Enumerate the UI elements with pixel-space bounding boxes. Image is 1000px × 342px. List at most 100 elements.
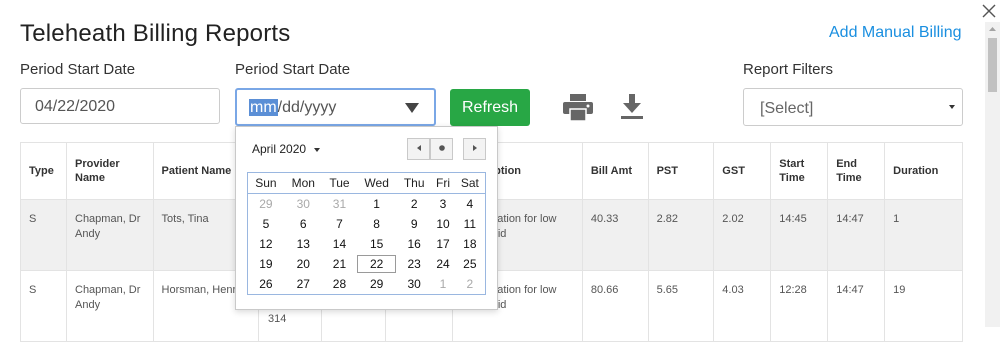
calendar-day[interactable]: 18 xyxy=(455,234,486,254)
calendar-day-today[interactable]: 22 xyxy=(356,254,397,274)
refresh-button[interactable]: Refresh xyxy=(450,89,530,126)
month-dropdown-icon xyxy=(314,147,321,152)
cell-start-time: 14:45 xyxy=(770,199,829,271)
weekday-row: Sun Mon Tue Wed Thu Fri Sat xyxy=(247,172,486,194)
page-title: Teleheath Billing Reports xyxy=(20,20,291,47)
weekday-label: Wed xyxy=(356,172,397,194)
period-start-input[interactable]: 04/22/2020 xyxy=(20,88,220,124)
cell-bill-amt: 40.33 xyxy=(581,199,649,271)
calendar-day[interactable]: 13 xyxy=(284,234,323,254)
calendar-day[interactable]: 2 xyxy=(397,194,431,215)
prev-month-button[interactable] xyxy=(407,138,430,160)
header-type[interactable]: Type xyxy=(20,142,67,200)
calendar-day[interactable]: 3 xyxy=(431,194,454,215)
cell-gst: 4.03 xyxy=(713,270,772,342)
cell-type: S xyxy=(20,270,67,342)
scroll-thumb[interactable] xyxy=(988,38,997,92)
download-icon[interactable] xyxy=(620,93,644,121)
calendar-day[interactable]: 8 xyxy=(356,214,397,234)
calendar-day[interactable]: 15 xyxy=(356,234,397,254)
scrollbar[interactable] xyxy=(985,22,1000,327)
period-end-label: Period Start Date xyxy=(235,61,351,78)
header-provider[interactable]: Provider Name xyxy=(66,142,154,200)
calendar-day[interactable]: 2 xyxy=(455,274,486,295)
cell-duration: 1 xyxy=(884,199,963,271)
chevron-down-icon xyxy=(949,105,955,109)
header-bill-amt[interactable]: Bill Amt xyxy=(581,142,649,200)
report-filters-label: Report Filters xyxy=(743,61,834,78)
cell-gst: 2.02 xyxy=(713,199,772,271)
scroll-up-icon[interactable] xyxy=(985,22,1000,36)
header-pst[interactable]: PST xyxy=(647,142,715,200)
cell-bill-amt: 80.66 xyxy=(581,270,649,342)
calendar-day[interactable]: 6 xyxy=(284,214,323,234)
next-month-button[interactable] xyxy=(463,138,486,160)
calendar-day[interactable]: 26 xyxy=(248,274,284,295)
period-end-date-input[interactable]: mm/dd/yyyy xyxy=(235,88,436,126)
weekday-label: Mon xyxy=(283,172,323,194)
calendar-day[interactable]: 4 xyxy=(455,194,486,215)
calendar-day[interactable]: 21 xyxy=(323,254,357,274)
calendar-day[interactable]: 30 xyxy=(284,194,323,215)
calendar-day[interactable]: 19 xyxy=(248,254,284,274)
cell-pst: 5.65 xyxy=(647,270,715,342)
week-row: 26 27 28 29 30 1 2 xyxy=(248,274,486,295)
calendar-day[interactable]: 27 xyxy=(284,274,323,295)
cell-type: S xyxy=(20,199,67,271)
period-start-label: Period Start Date xyxy=(20,61,136,78)
week-row: 29 30 31 1 2 3 4 xyxy=(248,194,486,215)
calendar-day[interactable]: 17 xyxy=(431,234,454,254)
partial-cell-value: 314 xyxy=(268,313,287,325)
weekday-label: Sat xyxy=(454,172,486,194)
report-filters-select[interactable]: [Select] xyxy=(743,88,963,126)
calendar-day[interactable]: 23 xyxy=(397,254,431,274)
header-end-time[interactable]: End Time xyxy=(827,142,886,200)
month-label: April 2020 xyxy=(252,142,307,156)
calendar-day[interactable]: 28 xyxy=(323,274,357,295)
chevron-left-icon xyxy=(416,145,421,151)
header-duration[interactable]: Duration xyxy=(884,142,963,200)
header-start-time[interactable]: Start Time xyxy=(770,142,829,200)
calendar-day[interactable]: 5 xyxy=(248,214,284,234)
calendar-day[interactable]: 14 xyxy=(323,234,357,254)
calendar-day[interactable]: 1 xyxy=(356,194,397,215)
add-manual-billing-link[interactable]: Add Manual Billing xyxy=(829,24,962,42)
calendar-day[interactable]: 25 xyxy=(455,254,486,274)
calendar-day[interactable]: 24 xyxy=(431,254,454,274)
calendar-day[interactable]: 9 xyxy=(397,214,431,234)
cell-end-time: 14:47 xyxy=(827,270,886,342)
cell-duration: 19 xyxy=(884,270,963,342)
period-start-value: 04/22/2020 xyxy=(35,98,116,115)
printer-icon[interactable] xyxy=(562,92,594,122)
cell-pst: 2.82 xyxy=(647,199,715,271)
header-gst[interactable]: GST xyxy=(713,142,772,200)
calendar-day[interactable]: 20 xyxy=(284,254,323,274)
calendar-day[interactable]: 31 xyxy=(323,194,357,215)
calendar-grid: Sun Mon Tue Wed Thu Fri Sat 29 30 31 1 2… xyxy=(247,172,486,295)
calendar-day[interactable]: 30 xyxy=(397,274,431,295)
weekday-label: Fri xyxy=(431,172,455,194)
chevron-right-icon xyxy=(472,145,477,151)
month-selector[interactable]: April 2020 xyxy=(252,142,321,156)
cell-start-time: 12:28 xyxy=(770,270,829,342)
calendar-day[interactable]: 7 xyxy=(323,214,357,234)
weekday-label: Sun xyxy=(247,172,284,194)
calendar-day[interactable]: 29 xyxy=(356,274,397,295)
calendar-day[interactable]: 12 xyxy=(248,234,284,254)
cell-end-time: 14:47 xyxy=(827,199,886,271)
calendar-day[interactable]: 11 xyxy=(455,214,486,234)
calendar-day[interactable]: 10 xyxy=(431,214,454,234)
weekday-label: Thu xyxy=(396,172,432,194)
cell-provider: Chapman, Dr Andy xyxy=(66,270,154,342)
dropdown-arrow-icon[interactable] xyxy=(403,101,421,115)
weekday-label: Tue xyxy=(322,172,357,194)
date-month-segment[interactable]: mm xyxy=(249,99,278,116)
today-button[interactable] xyxy=(430,138,453,160)
week-row: 5 6 7 8 9 10 11 xyxy=(248,214,486,234)
calendar-day[interactable]: 29 xyxy=(248,194,284,215)
calendar-day[interactable]: 1 xyxy=(431,274,454,295)
calendar-day[interactable]: 16 xyxy=(397,234,431,254)
date-rest-segment: /dd/yyyy xyxy=(277,99,337,116)
week-row: 19 20 21 22 23 24 25 xyxy=(248,254,486,274)
close-icon[interactable] xyxy=(982,4,996,18)
